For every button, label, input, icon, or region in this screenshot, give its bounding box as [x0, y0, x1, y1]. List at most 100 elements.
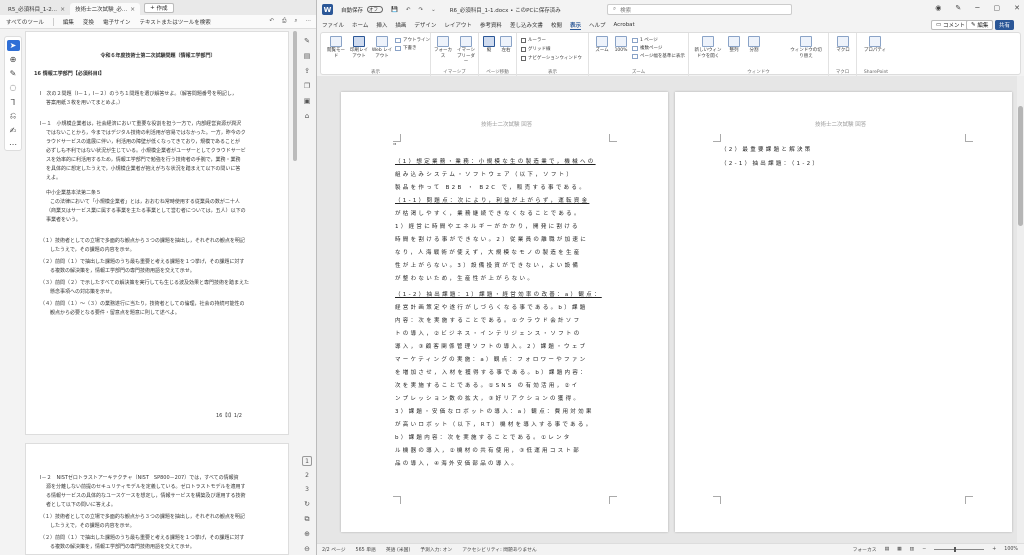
tool-search-input[interactable]: テキストまたはツールを検索 [139, 18, 210, 26]
macros-button[interactable]: マクロ [833, 36, 853, 54]
close-icon[interactable]: × [60, 6, 65, 13]
read-mode-icon[interactable]: ▤ [885, 547, 890, 552]
menu-all-tools[interactable]: すべてのツール [6, 18, 44, 26]
split-button[interactable]: 分割 [745, 36, 763, 54]
document-title[interactable]: R6_必須科目_1-1.docx • このPCに保存済み [450, 6, 561, 14]
gridlines-checkbox[interactable]: グリッド線 [521, 46, 551, 52]
export-icon[interactable]: ⇪ [301, 65, 313, 76]
menu-edit[interactable]: 編集 [63, 18, 74, 26]
stamp-icon[interactable]: ⎌ [7, 111, 20, 122]
word-page-2[interactable]: 技術士二次試験 回答 （2）最重要課題と解決策 （2-1）抽出課題：（1-2） [675, 92, 1012, 532]
scrollbar-thumb[interactable] [293, 31, 297, 161]
menu-convert[interactable]: 変換 [83, 18, 94, 26]
pen-icon[interactable]: ✎ [7, 68, 20, 79]
language[interactable]: 英語 (米国) [386, 546, 410, 553]
pdf-scrollbar[interactable] [293, 31, 297, 551]
scrollbar-thumb[interactable] [1018, 106, 1023, 226]
vertical-button[interactable]: 縦 [481, 36, 497, 54]
tab-acrobat[interactable]: Acrobat [614, 22, 635, 28]
page-width-button[interactable]: ページ幅を基準に表示 [632, 53, 685, 59]
word-count[interactable]: 565 単語 [356, 546, 376, 553]
navigation-pane-checkbox[interactable]: ナビゲーションウィンドウ [521, 55, 582, 61]
tab-file[interactable]: ファイル [322, 21, 344, 29]
tab-view[interactable]: 表示 [569, 21, 581, 30]
close-icon[interactable]: ✕ [1014, 4, 1020, 12]
tab-review[interactable]: 校閲 [551, 21, 562, 29]
comment-icon[interactable]: ▤ [301, 50, 313, 61]
rotate-icon[interactable]: ↻ [301, 499, 313, 510]
bookmark-icon[interactable]: ❐ [301, 80, 313, 91]
undo-icon[interactable]: ↶ [269, 18, 274, 25]
tab-mailings[interactable]: 差し込み文書 [510, 21, 543, 29]
print-layout-icon[interactable]: ▦ [897, 547, 902, 552]
new-window-button[interactable]: 新しいウィンドウを開く [693, 36, 723, 59]
immersive-reader-button[interactable]: イマーシブリーダー [455, 36, 477, 65]
ruler-checkbox[interactable]: ルーラー [521, 37, 546, 43]
text-select-icon[interactable]: Ꞁ [7, 97, 20, 108]
page-number[interactable]: 2 [305, 470, 309, 480]
zoom-in-icon[interactable]: + [992, 547, 996, 552]
tab-home[interactable]: ホーム [352, 21, 368, 29]
read-mode-button[interactable]: 閲覧モード [325, 36, 347, 59]
new-tab-button[interactable]: + 作成 [144, 3, 174, 13]
text-predictions[interactable]: 予測入力: オン [420, 546, 452, 553]
tab-design[interactable]: デザイン [414, 21, 436, 29]
tab-help[interactable]: ヘルプ [589, 21, 606, 29]
account-icon[interactable]: ◉ [935, 4, 941, 12]
pdf-tab-2[interactable]: 技術士二次試験_必... × [70, 3, 141, 15]
vertical-scrollbar[interactable] [1017, 76, 1024, 543]
accessibility-status[interactable]: アクセシビリティ: 問題ありません [462, 546, 536, 553]
zoom-in-icon[interactable]: ⊕ [301, 529, 313, 540]
edit-mode-button[interactable]: ✎ 編集 [966, 20, 994, 30]
tab-draw[interactable]: 描画 [395, 21, 406, 29]
select-cursor-icon[interactable]: ➤ [6, 40, 20, 52]
undo-icon[interactable]: ↶ [406, 7, 411, 13]
arrange-button[interactable]: 整列 [725, 36, 743, 54]
menu-esign[interactable]: 電子サイン [103, 18, 131, 26]
one-page-button[interactable]: 1 ページ [632, 37, 658, 43]
redo-icon[interactable]: ↷ [418, 7, 423, 13]
pen-icon[interactable]: ✎ [955, 4, 961, 12]
tab-layout[interactable]: レイアウト [444, 21, 472, 29]
chevron-down-icon[interactable]: ⌄ [431, 7, 436, 13]
side-to-side-button[interactable]: 左右 [498, 36, 514, 54]
focus-button[interactable]: フォーカス [433, 36, 453, 59]
maximize-icon[interactable]: ▢ [994, 4, 1001, 12]
lasso-icon[interactable]: ◌ [7, 82, 20, 93]
print-layout-button[interactable]: 印刷レイアウト [348, 36, 370, 59]
tab-insert[interactable]: 挿入 [376, 21, 387, 29]
search-icon[interactable]: ⌕ [294, 18, 297, 25]
tab-references[interactable]: 参考資料 [480, 21, 502, 29]
attach-icon[interactable]: ⌂ [301, 110, 313, 121]
zoom-out-icon[interactable]: − [922, 547, 926, 552]
more-icon[interactable]: ⋯ [306, 18, 312, 25]
focus-mode[interactable]: フォーカス [853, 546, 877, 553]
print-icon[interactable]: ⎙ [282, 18, 286, 25]
search-input[interactable]: ⌕ 検索 [607, 4, 792, 15]
properties-button[interactable]: プロパティ [863, 36, 887, 54]
comment-button[interactable]: ▭ コメント [931, 20, 970, 30]
page-number[interactable]: 3 [305, 485, 309, 495]
zoom-level[interactable]: 100% [1004, 547, 1018, 552]
draft-button[interactable]: 下書き [395, 45, 417, 51]
edit-pdf-icon[interactable]: ✎ [301, 35, 313, 46]
current-page-indicator[interactable]: 1 [302, 456, 312, 467]
zoom-button[interactable]: ズーム [593, 36, 611, 54]
share-button[interactable]: 共有 [995, 20, 1015, 30]
zoom-100-button[interactable]: 100% [612, 36, 630, 54]
zoom-out-icon[interactable]: ⊖ [301, 544, 313, 555]
save-icon[interactable]: 💾 [391, 7, 398, 13]
outline-button[interactable]: アウトライン [395, 37, 430, 43]
sign-icon[interactable]: ✍ [7, 125, 20, 136]
multiple-pages-button[interactable]: 複数ページ [632, 45, 662, 51]
zoom-slider[interactable] [934, 547, 985, 552]
document-canvas[interactable]: 技術士二次試験 回答 " （1）想定業務・業務：小規模な生の製造業で，機械への … [317, 76, 1024, 543]
pdf-tab-1[interactable]: R5_必須科目_1-2... × [3, 3, 70, 15]
scan-icon[interactable]: ▣ [301, 95, 313, 106]
copy-icon[interactable]: ⧉ [301, 514, 313, 525]
web-layout-icon[interactable]: ▥ [910, 547, 915, 552]
zoom-icon[interactable]: ⊕ [7, 54, 20, 65]
minimize-icon[interactable]: ─ [975, 4, 979, 12]
close-icon[interactable]: × [130, 6, 135, 13]
web-layout-button[interactable]: Web レイアウト [371, 36, 393, 59]
